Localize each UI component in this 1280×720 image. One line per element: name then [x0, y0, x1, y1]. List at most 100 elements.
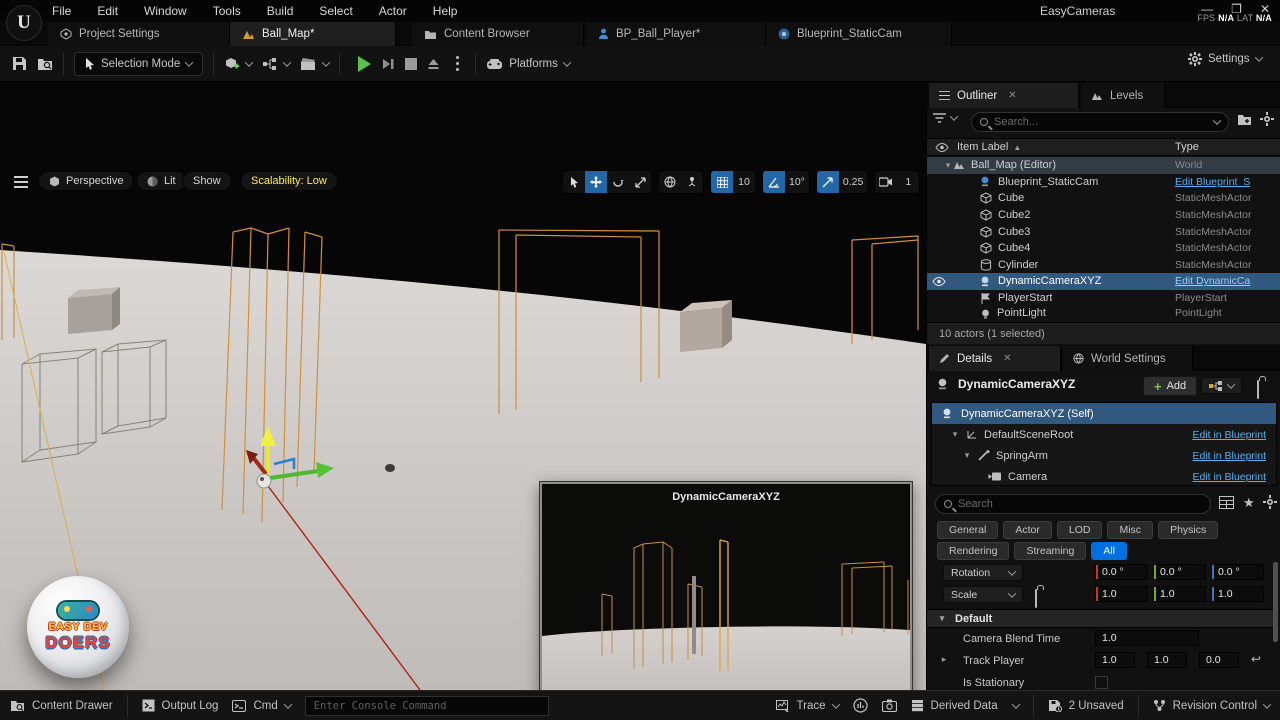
grid-snap-value[interactable]: 10	[733, 171, 755, 193]
scale-x-field[interactable]: 1.0	[1095, 586, 1148, 602]
menu-file[interactable]: File	[52, 4, 71, 18]
outliner-row-dynamiccameraxyz[interactable]: DynamicCameraXYZ Edit DynamicCa	[927, 273, 1280, 290]
blueprints-dropdown[interactable]	[262, 57, 292, 71]
menu-actor[interactable]: Actor	[379, 4, 407, 18]
track-player-z-field[interactable]: 0.0	[1199, 652, 1239, 668]
tab-ball-map[interactable]: Ball_Map*	[230, 22, 396, 46]
stop-button[interactable]	[405, 57, 418, 70]
viewport-options-menu[interactable]	[14, 176, 28, 183]
content-drawer-button[interactable]: Content Drawer	[10, 699, 113, 712]
component-row-self[interactable]: DynamicCameraXYZ (Self)	[932, 403, 1276, 424]
revision-control-dropdown[interactable]: Revision Control	[1153, 699, 1272, 712]
scale-snap-value[interactable]: 0.25	[839, 171, 867, 193]
insights-button[interactable]	[852, 698, 868, 713]
lit-mode-dropdown[interactable]: Lit	[136, 171, 187, 191]
create-folder-button[interactable]	[1237, 113, 1252, 126]
scale-lock-icon[interactable]	[1035, 589, 1037, 608]
platforms-dropdown[interactable]: Platforms	[486, 58, 572, 70]
chip-rendering[interactable]: Rendering	[937, 542, 1010, 560]
play-button[interactable]	[358, 55, 372, 72]
level-viewport[interactable]: Perspective Lit Show Scalability: Low 10…	[0, 82, 951, 720]
surface-snapping-button[interactable]	[681, 171, 703, 193]
skip-to-frame-button[interactable]	[381, 57, 395, 71]
details-scrollbar[interactable]	[1273, 562, 1278, 642]
close-tab-icon[interactable]: ✕	[1008, 90, 1016, 101]
outliner-row-playerstart[interactable]: PlayerStart PlayerStart	[927, 290, 1280, 307]
outliner-search[interactable]	[971, 112, 1229, 132]
edit-in-blueprint-link[interactable]: Edit in Blueprint	[1192, 471, 1266, 483]
outliner-row-world[interactable]: ▾ Ball_Map (Editor) World	[927, 157, 1280, 174]
rotation-snap-toggle[interactable]	[763, 171, 785, 193]
perspective-dropdown[interactable]: Perspective	[38, 171, 135, 191]
show-flags-dropdown[interactable]: Show	[182, 171, 232, 191]
console-command-input[interactable]	[313, 699, 540, 712]
tab-details[interactable]: Details ✕	[929, 346, 1061, 371]
scale-tool-button[interactable]	[629, 171, 651, 193]
component-row-defaultsceneroot[interactable]: ▾ DefaultSceneRoot Edit in Blueprint	[932, 424, 1276, 445]
move-tool-button[interactable]	[585, 171, 607, 193]
outliner-filter-button[interactable]	[933, 112, 959, 123]
save-button[interactable]	[12, 56, 27, 71]
edit-in-blueprint-link[interactable]: Edit in Blueprint	[1192, 429, 1266, 441]
scalability-warning-pill[interactable]: Scalability: Low	[240, 171, 338, 191]
eject-button[interactable]	[427, 58, 440, 70]
component-row-springarm[interactable]: ▾ SpringArm Edit in Blueprint	[932, 445, 1276, 466]
outliner-column-headers[interactable]: Item Label ▲ Type	[927, 138, 1280, 156]
is-stationary-checkbox[interactable]	[1095, 676, 1108, 689]
edit-in-blueprint-link[interactable]: Edit in Blueprint	[1192, 450, 1266, 462]
unreal-logo-icon[interactable]: U	[6, 5, 42, 41]
favorites-star-icon[interactable]: ★	[1243, 495, 1255, 511]
edit-blueprint-link[interactable]: Edit DynamicCa	[1175, 275, 1279, 287]
search-options-chevron[interactable]	[1212, 116, 1222, 125]
snapshot-button[interactable]	[881, 699, 897, 712]
lock-details-icon[interactable]	[1257, 380, 1259, 399]
menu-help[interactable]: Help	[433, 4, 458, 18]
tab-content-browser[interactable]: Content Browser	[412, 22, 584, 46]
rotate-tool-button[interactable]	[607, 171, 629, 193]
derived-data-dropdown[interactable]: Derived Data	[911, 699, 1020, 712]
chip-all[interactable]: All	[1091, 542, 1127, 560]
track-player-y-field[interactable]: 1.0	[1147, 652, 1187, 668]
scale-y-field[interactable]: 1.0	[1153, 586, 1206, 602]
menu-edit[interactable]: Edit	[97, 4, 118, 18]
menu-build[interactable]: Build	[267, 4, 294, 18]
camera-speed-icon[interactable]	[875, 171, 897, 193]
scale-snap-toggle[interactable]	[816, 171, 839, 193]
close-tab-icon[interactable]: ✕	[1003, 353, 1011, 364]
reset-to-default-icon[interactable]: ↩	[1251, 652, 1261, 666]
outliner-row-blueprint-staticcam[interactable]: Blueprint_StaticCam Edit Blueprint_S	[927, 174, 1280, 191]
display-options-button[interactable]	[1219, 496, 1234, 509]
outliner-row-cube2[interactable]: Cube2 StaticMeshActor	[927, 207, 1280, 224]
details-search-input[interactable]	[958, 498, 1202, 510]
outliner-settings-button[interactable]	[1260, 112, 1274, 126]
tab-outliner[interactable]: Outliner ✕	[929, 83, 1079, 108]
selection-mode-dropdown[interactable]: Selection Mode	[74, 51, 204, 76]
outliner-row-cube4[interactable]: Cube4 StaticMeshActor	[927, 240, 1280, 257]
outliner-row-cube3[interactable]: Cube3 StaticMeshActor	[927, 223, 1280, 240]
outliner-row-pointlight[interactable]: PointLight PointLight	[927, 306, 1280, 320]
rotation-mode-dropdown[interactable]: Rotation	[943, 564, 1023, 581]
track-player-expand-icon[interactable]: ▸	[939, 654, 949, 665]
component-row-camera[interactable]: Camera Edit in Blueprint	[932, 466, 1276, 487]
chip-actor[interactable]: Actor	[1003, 521, 1052, 539]
chip-lod[interactable]: LOD	[1056, 521, 1103, 539]
add-actor-dropdown[interactable]	[224, 56, 254, 72]
tab-world-settings[interactable]: World Settings	[1063, 346, 1193, 371]
select-tool-button[interactable]	[563, 171, 585, 193]
edit-blueprint-link[interactable]: Edit Blueprint_S	[1175, 176, 1279, 188]
cinematics-dropdown[interactable]	[300, 57, 331, 71]
settings-dropdown[interactable]: Settings	[1188, 52, 1263, 66]
console-command-field[interactable]	[304, 695, 549, 716]
world-coordinate-button[interactable]	[659, 171, 681, 193]
rotation-y-field[interactable]: 0.0 °	[1153, 564, 1206, 580]
details-search[interactable]	[935, 494, 1211, 514]
chip-physics[interactable]: Physics	[1158, 521, 1219, 539]
rotation-snap-value[interactable]: 10°	[785, 171, 809, 193]
rotation-x-field[interactable]: 0.0 °	[1095, 564, 1148, 580]
scale-z-field[interactable]: 1.0	[1211, 586, 1264, 602]
tab-bp-ball-player[interactable]: BP_Ball_Player*	[586, 22, 766, 46]
browse-content-button[interactable]	[37, 57, 53, 71]
menu-tools[interactable]: Tools	[213, 4, 241, 18]
tab-project-settings[interactable]: Project Settings	[48, 22, 230, 46]
chip-streaming[interactable]: Streaming	[1014, 542, 1087, 560]
